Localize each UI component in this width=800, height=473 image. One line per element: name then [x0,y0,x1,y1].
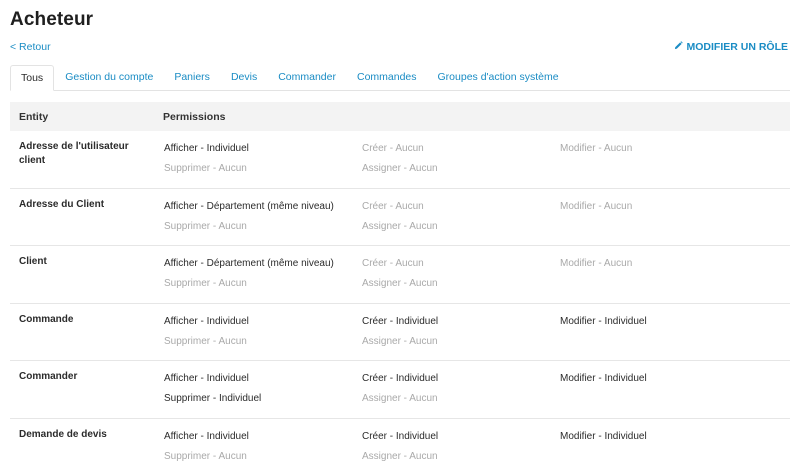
permission-value: Modifier - Individuel [560,430,647,442]
permission-value: Créer - Aucun [362,258,424,269]
table-header: Entity Permissions [10,102,790,131]
back-link[interactable]: < Retour [10,41,51,53]
tab-bar: Tous Gestion du compte Paniers Devis Com… [10,65,790,91]
entity-name: Commander [19,371,78,382]
column-header-entity: Entity [19,110,49,123]
table-row: Commander Afficher - Individuel Créer - In… [10,361,790,419]
permission-value: Afficher - Individuel [164,315,249,327]
tab-devis[interactable]: Devis [221,65,267,90]
permission-value: Créer - Individuel [362,373,439,384]
permission-value: Assigner - Aucun [362,220,438,232]
permission-value: Afficher - Individuel [164,143,249,154]
permission-value: Afficher - Individuel [164,430,249,442]
permission-value: Modifier - Aucun [560,143,633,154]
permission-value: Assigner - Aucun [362,278,438,289]
page-title: Acheteur [10,9,94,30]
edit-role-button[interactable]: MODIFIER UN RÔLE [674,41,789,53]
entity-name: Commande [19,313,74,325]
permission-value: Modifier - Individuel [560,315,647,327]
permission-value: Assigner - Aucun [362,335,438,347]
permission-value: Créer - Individuel [362,430,439,442]
permission-value: Créer - Individuel [362,315,439,327]
tab-commander[interactable]: Commander [268,65,346,90]
entity-name: Adresse du Client [19,198,105,210]
pencil-icon [674,41,683,53]
table-row: Client Afficher - Département (même nivea… [10,246,790,304]
tab-paniers[interactable]: Paniers [164,65,220,90]
table-row: Adresse de l'utilisateur client Afficher … [10,131,790,189]
permission-value: Assigner - Aucun [362,163,438,174]
entity-name: Demande de devis [19,428,107,440]
tab-groupes-action-systeme[interactable]: Groupes d'action système [428,65,569,90]
permission-value: Afficher - Département (même niveau) [164,258,334,269]
permission-value: Supprimer - Aucun [164,450,247,462]
permission-value: Modifier - Aucun [560,200,633,212]
table-row: Commande Afficher - Individuel Créer - Ind… [10,304,790,361]
permission-value: Supprimer - Aucun [164,163,247,174]
permission-value: Afficher - Individuel [164,373,249,384]
entity-name: Adresse de l'utilisateur client [19,141,129,166]
tab-commandes[interactable]: Commandes [347,65,427,90]
table-row: Demande de devis Afficher - Individuel Cré… [10,419,790,473]
tab-tous[interactable]: Tous [10,65,55,91]
table-row: Adresse du Client Afficher - Département … [10,189,790,246]
permission-value: Supprimer - Aucun [164,278,247,289]
permission-value: Créer - Aucun [362,200,424,212]
permission-value: Afficher - Département (même niveau) [164,200,334,212]
permissions-table: Entity Permissions Adresse de l'utilisat… [10,102,790,473]
permission-value: Assigner - Aucun [362,393,438,404]
entity-name: Client [19,256,47,267]
permission-value: Supprimer - Aucun [164,335,247,347]
column-header-permissions: Permissions [163,110,226,123]
permission-value: Supprimer - Individuel [164,393,262,404]
tab-gestion-du-compte[interactable]: Gestion du compte [55,65,163,90]
permission-value: Assigner - Aucun [362,450,438,462]
permission-value: Supprimer - Aucun [164,220,247,232]
edit-role-label: MODIFIER UN RÔLE [686,41,789,53]
permission-value: Modifier - Aucun [560,258,633,269]
permission-value: Modifier - Individuel [560,373,647,384]
permission-value: Créer - Aucun [362,143,424,154]
